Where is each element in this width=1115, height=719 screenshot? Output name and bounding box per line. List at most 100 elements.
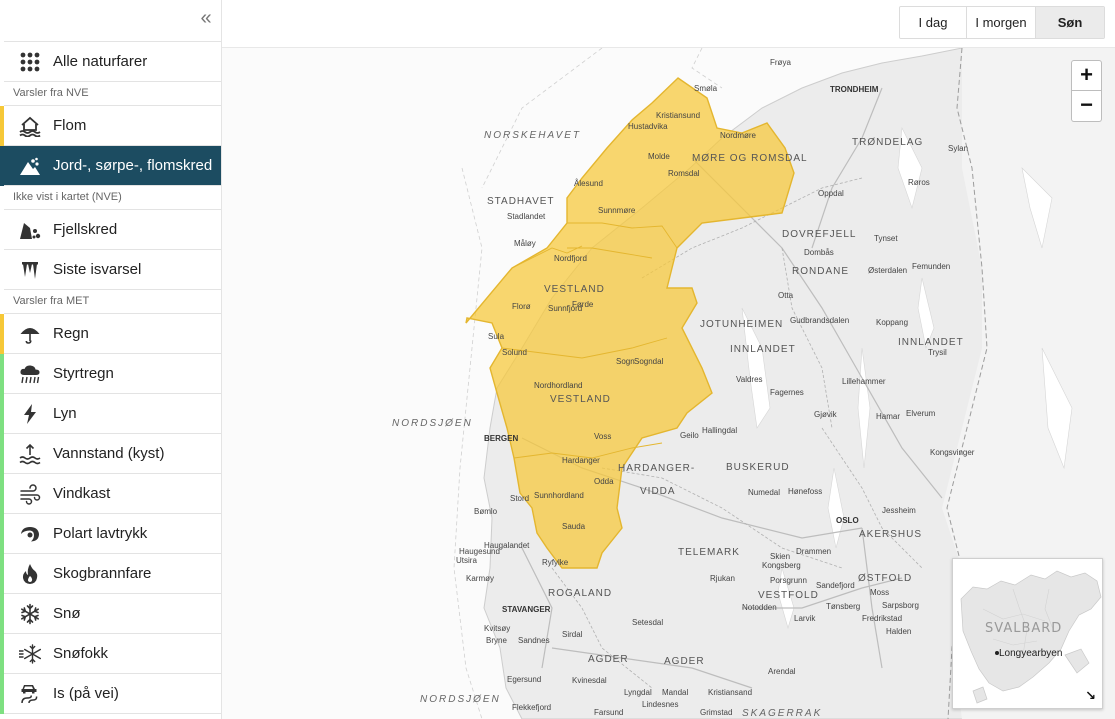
svalbard-inset[interactable]: SVALBARD Longyearbyen ↘ (952, 558, 1103, 709)
map-label: INNLANDET (730, 344, 796, 355)
map-label: Stord (510, 494, 530, 503)
map-label: Lyngdal (624, 688, 652, 697)
menu-item-label: Regn (53, 325, 89, 342)
menu-item-label: Skogbrannfare (53, 565, 152, 582)
map-label: Romsdal (668, 169, 700, 178)
menu-item-label: Styrtregn (53, 365, 114, 382)
status-bar (0, 434, 4, 474)
map-label: Sula (488, 332, 505, 341)
app-root: « Alle naturfarer Varsler fra NVE Flom J… (0, 0, 1115, 719)
menu-item-skogbrannfare[interactable]: Skogbrannfare (0, 554, 221, 594)
hazard-menu: Alle naturfarer Varsler fra NVE Flom Jor… (0, 41, 221, 714)
map-label: BERGEN (484, 434, 519, 443)
map-label: Halden (886, 627, 912, 636)
day-tab-tomorrow[interactable]: I morgen (967, 7, 1036, 38)
map-label: INNLANDET (898, 337, 964, 348)
day-tab-today[interactable]: I dag (900, 7, 967, 38)
map-label: Skien (770, 552, 791, 561)
map-label: Sauda (562, 522, 586, 531)
map-label: Ålesund (574, 179, 603, 188)
map-label: AKERSHUS (859, 529, 923, 540)
fire-icon (17, 561, 43, 587)
sidebar: « Alle naturfarer Varsler fra NVE Flom J… (0, 0, 222, 719)
menu-item-is-pa-vei[interactable]: Is (på vei) (0, 674, 221, 714)
snow-drift-icon (17, 641, 43, 667)
map-label: DOVREFJELL (782, 229, 857, 240)
menu-item-fjellskred[interactable]: Fjellskred (4, 210, 221, 250)
wind-icon (17, 481, 43, 507)
section-header-nve: Varsler fra NVE (4, 82, 221, 106)
slippery-road-icon (17, 681, 43, 707)
map-label: Utsira (456, 556, 477, 565)
map-label: Dombås (804, 248, 834, 257)
menu-item-vannstand[interactable]: Vannstand (kyst) (0, 434, 221, 474)
landslide-icon (17, 153, 43, 179)
menu-item-all[interactable]: Alle naturfarer (4, 42, 221, 82)
map-label: Nordfjord (554, 254, 587, 263)
day-tab-sunday[interactable]: Søn (1036, 7, 1104, 38)
map-label: Fredrikstad (862, 614, 903, 623)
map-label: Sarpsborg (882, 601, 919, 610)
map-label: Sandefjord (816, 581, 855, 590)
map-label: Voss (594, 432, 612, 441)
map-label: Sogn (616, 357, 635, 366)
map-label: Kristiansand (708, 688, 753, 697)
menu-item-label: Vindkast (53, 485, 111, 502)
map-label: Kongsberg (762, 561, 801, 570)
map-label: VIDDA (640, 486, 676, 497)
map-label: Sandnes (518, 636, 550, 645)
section-header-hidden: Ikke vist i kartet (NVE) (4, 186, 221, 210)
map-label: Ryfylke (542, 558, 569, 567)
map-label: NORDSJØEN (420, 694, 501, 705)
flood-house-icon (17, 113, 43, 139)
menu-item-label: Snøfokk (53, 645, 109, 662)
expand-arrow-icon[interactable]: ↘ (1085, 688, 1096, 704)
menu-item-isvarsel[interactable]: Siste isvarsel (4, 250, 221, 290)
heavy-rain-icon (17, 361, 43, 387)
map-label: Sunnmøre (598, 206, 636, 215)
map-label: Lillehammer (842, 377, 886, 386)
zoom-out-button[interactable]: − (1071, 91, 1102, 122)
menu-item-snofokk[interactable]: Snøfokk (0, 634, 221, 674)
map-label: Hallingdal (702, 426, 738, 435)
map-label: Lindesnes (642, 700, 679, 709)
map-label: Nordmøre (720, 131, 757, 140)
menu-item-vindkast[interactable]: Vindkast (0, 474, 221, 514)
map-label: Sylan (948, 144, 969, 153)
zoom-in-button[interactable]: + (1071, 60, 1102, 91)
map-label: JOTUNHEIMEN (700, 319, 784, 330)
collapse-sidebar-button[interactable]: « (195, 8, 217, 30)
longyearbyen-label: Longyearbyen (999, 648, 1063, 659)
map-label: AGDER (664, 656, 705, 667)
map-label: Jessheim (882, 506, 916, 515)
menu-item-flom[interactable]: Flom (0, 106, 221, 146)
lightning-icon (17, 401, 43, 427)
map-label: Egersund (507, 675, 542, 684)
map-label: Geilo (680, 431, 699, 440)
map-label: Gudbrandsdalen (790, 316, 850, 325)
map-label: Sogndal (634, 357, 664, 366)
map-label: Smøla (694, 84, 718, 93)
map-label: Drammen (796, 547, 832, 556)
map-label: Setesdal (632, 618, 664, 627)
menu-item-label: Siste isvarsel (53, 261, 142, 278)
menu-item-styrtregn[interactable]: Styrtregn (0, 354, 221, 394)
map-label: Femunden (912, 262, 951, 271)
menu-item-polart-lavtrykk[interactable]: Polart lavtrykk (0, 514, 221, 554)
map-view[interactable]: NORSKEHAVET NORDSJØEN NORDSJØEN SKAGERRA… (222, 48, 1115, 719)
map-label: MØRE OG ROMSDAL (692, 153, 808, 164)
map-label: ØSTFOLD (858, 573, 913, 584)
status-bar (0, 106, 4, 146)
menu-item-lyn[interactable]: Lyn (0, 394, 221, 434)
water-level-icon (17, 441, 43, 467)
menu-item-regn[interactable]: Regn (0, 314, 221, 354)
map-label: VESTFOLD (758, 590, 819, 601)
map-label: Solund (502, 348, 527, 357)
menu-item-sno[interactable]: Snø (0, 594, 221, 634)
menu-item-jordskred[interactable]: Jord-, sørpe-, flomskred (0, 146, 221, 186)
umbrella-icon (17, 321, 43, 347)
map-label: Sunnfjord (548, 304, 583, 313)
status-bar (0, 394, 4, 434)
topbar: I dag I morgen Søn (222, 0, 1115, 48)
map-label: Frøya (770, 58, 791, 67)
